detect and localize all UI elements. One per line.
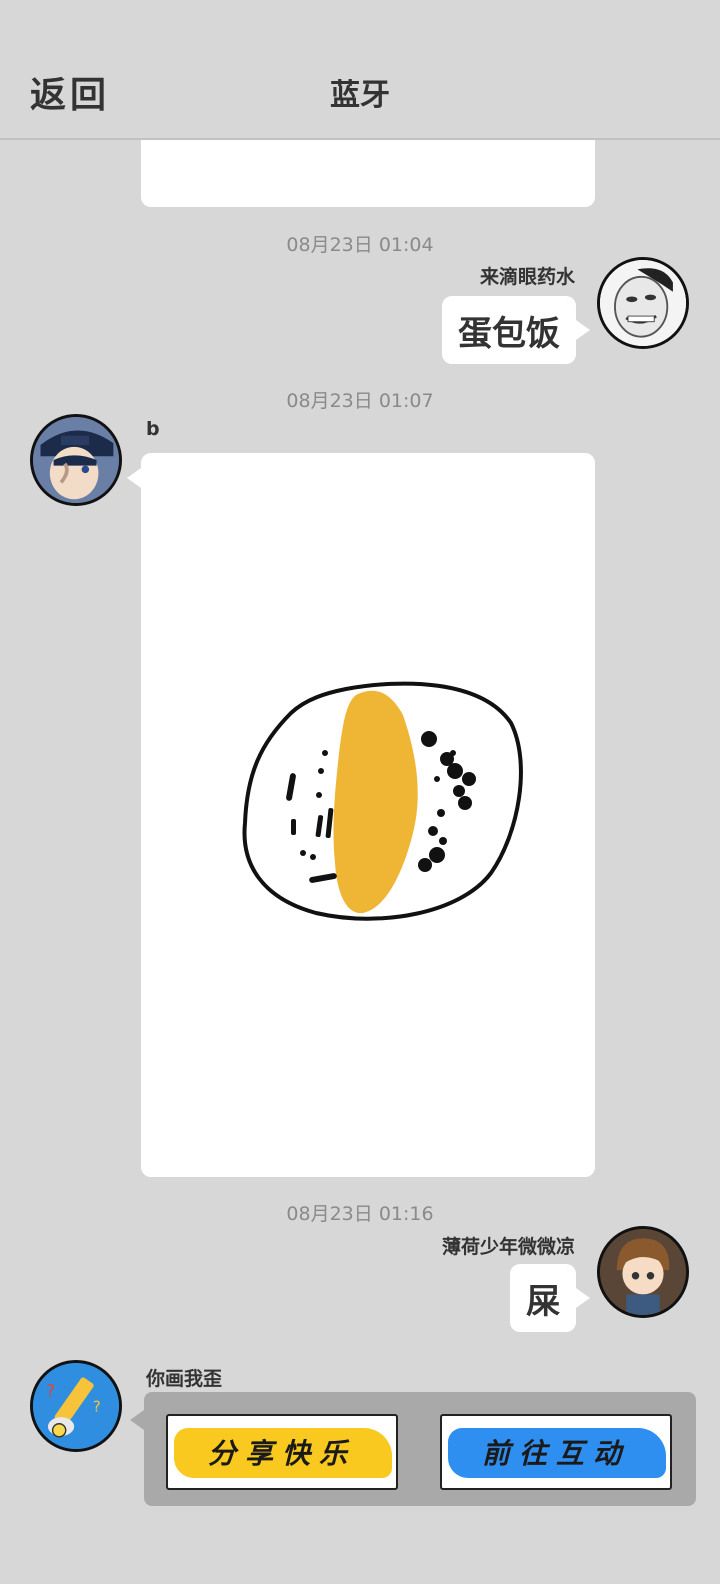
drawing-image-card[interactable] (141, 453, 595, 1177)
page-title: 蓝牙 (330, 78, 390, 113)
nav-bar: 返回 蓝牙 (0, 0, 720, 140)
sender-name: 你画我歪 (146, 1368, 223, 1390)
cartoon-boy-icon (600, 1229, 686, 1315)
go-interact-button[interactable]: 前往互动 (440, 1414, 672, 1490)
bubble-tail (127, 468, 141, 488)
anime-character-icon (33, 417, 119, 503)
avatar[interactable] (30, 414, 122, 506)
previous-image-card[interactable] (141, 140, 595, 207)
bubble-tail (576, 1288, 590, 1308)
message-timestamp: 08月23日 01:07 (286, 390, 434, 412)
pencil-game-icon: ? ? (33, 1363, 119, 1449)
message-bubble[interactable]: 屎 (510, 1264, 576, 1332)
egg-fried-rice-drawing (242, 681, 523, 921)
game-invite-card: 分享快乐 前往互动 (144, 1392, 696, 1506)
avatar[interactable] (597, 1226, 689, 1318)
message-timestamp: 08月23日 01:16 (286, 1203, 434, 1225)
sender-name: b (146, 418, 160, 440)
svg-text:?: ? (93, 1398, 101, 1416)
interact-button-label: 前往互动 (481, 1437, 630, 1470)
share-button-label: 分享快乐 (207, 1437, 356, 1470)
avatar[interactable]: ? ? (30, 1360, 122, 1452)
meme-face-icon (600, 260, 686, 346)
svg-text:?: ? (46, 1381, 55, 1401)
bubble-tail (130, 1410, 144, 1430)
sender-name: 来滴眼药水 (479, 266, 575, 288)
message-bubble[interactable]: 蛋包饭 (442, 296, 576, 364)
share-happiness-button[interactable]: 分享快乐 (166, 1414, 398, 1490)
message-timestamp: 08月23日 01:04 (286, 234, 434, 256)
avatar[interactable] (597, 257, 689, 349)
sender-name: 薄荷少年微微凉 (441, 1236, 575, 1258)
bubble-tail (576, 320, 590, 340)
